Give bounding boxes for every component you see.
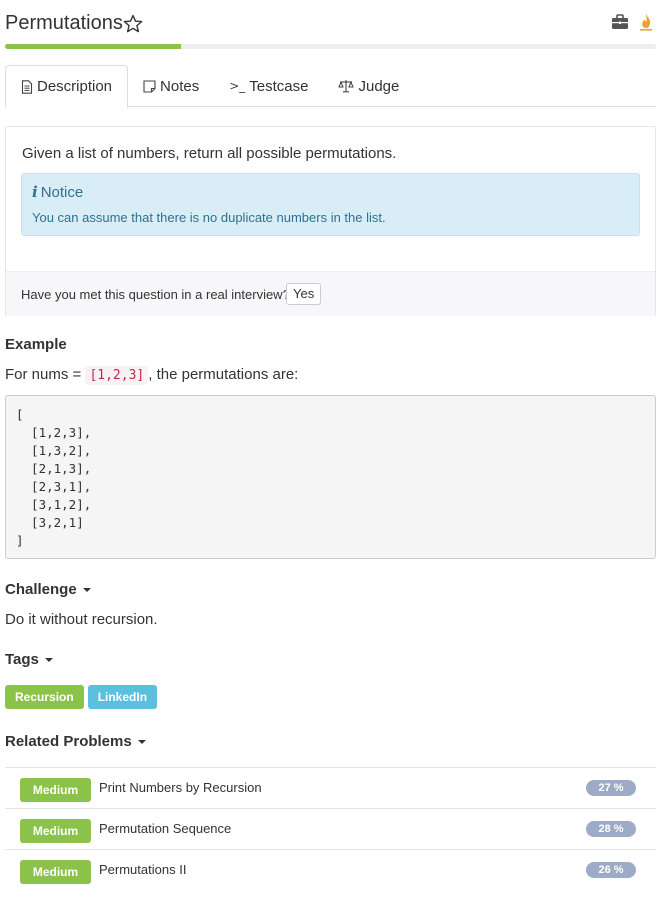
related-title[interactable]: Print Numbers by Recursion [99, 780, 262, 795]
related-title[interactable]: Permutations II [99, 862, 186, 877]
example-prefix: For nums = [5, 366, 82, 383]
code-line: ] [16, 533, 24, 548]
caret-down-icon [137, 740, 146, 745]
caret-down-icon [44, 658, 53, 663]
code-line: [3,1,2], [16, 497, 92, 512]
interview-footer: Have you met this question in a real int… [6, 271, 655, 316]
tag-recursion[interactable]: Recursion [5, 685, 84, 709]
tab-notes[interactable]: Notes [128, 65, 214, 107]
example-heading: Example [5, 336, 67, 353]
challenge-text: Do it without recursion. [5, 611, 158, 628]
tab-bar: Description Notes >_ Testcase Judge [5, 65, 656, 108]
code-line: [ [16, 407, 24, 422]
info-icon: i [32, 183, 38, 201]
star-icon[interactable] [123, 14, 143, 34]
difficulty-badge: Medium [20, 819, 91, 843]
caret-down-icon [82, 588, 91, 593]
challenge-heading: Challenge [5, 581, 77, 598]
tab-label: Judge [358, 77, 400, 95]
note-icon [143, 79, 156, 93]
difficulty-badge: Medium [20, 778, 91, 802]
code-line: [1,3,2], [16, 443, 92, 458]
document-icon [21, 79, 33, 94]
tab-label: Testcase [249, 77, 309, 95]
header: Permutations [5, 10, 656, 40]
tab-label: Description [37, 78, 113, 95]
code-line: [2,3,1], [16, 479, 92, 494]
description-panel: Given a list of numbers, return all poss… [5, 126, 656, 316]
progress-fill [5, 44, 181, 49]
notice-box: i Notice You can assume that there is no … [21, 173, 640, 236]
tab-description[interactable]: Description [5, 65, 129, 108]
tag-linkedin[interactable]: LinkedIn [87, 685, 158, 709]
fire-icon[interactable] [636, 12, 656, 32]
acceptance-badge: 27 % [586, 780, 636, 796]
tags-toggle[interactable]: Tags [5, 651, 53, 668]
yes-button[interactable]: Yes [286, 283, 322, 305]
notice-title: i Notice [32, 183, 83, 201]
example-intro: For nums = [1,2,3], the permutations are… [5, 366, 299, 385]
notice-title-text: Notice [40, 184, 84, 201]
challenge-toggle[interactable]: Challenge [5, 581, 91, 598]
code-block: [ [1,2,3], [1,3,2], [2,1,3], [2,3,1], [3… [5, 395, 656, 559]
page-title: Permutations [5, 12, 123, 34]
tab-label: Notes [160, 77, 200, 95]
difficulty-badge: Medium [20, 860, 91, 884]
tab-testcase[interactable]: >_ Testcase [214, 65, 323, 107]
tab-judge[interactable]: Judge [323, 65, 414, 107]
related-toggle[interactable]: Related Problems [5, 733, 146, 750]
related-item[interactable]: Medium Permutations II 26 % [5, 849, 656, 890]
code-line: [3,2,1] [16, 515, 84, 530]
related-list: Medium Print Numbers by Recursion 27 % M… [5, 767, 656, 890]
acceptance-badge: 26 % [586, 862, 636, 878]
problem-description: Given a list of numbers, return all poss… [22, 145, 397, 162]
inline-code: [1,2,3] [85, 366, 149, 385]
related-item[interactable]: Medium Permutation Sequence 28 % [5, 808, 656, 849]
related-item[interactable]: Medium Print Numbers by Recursion 27 % [5, 767, 656, 808]
notice-text: You can assume that there is no duplicat… [32, 210, 386, 225]
terminal-icon: >_ [229, 79, 246, 93]
interview-question: Have you met this question in a real int… [21, 287, 290, 302]
acceptance-badge: 28 % [586, 821, 636, 837]
related-heading: Related Problems [5, 733, 132, 750]
briefcase-icon[interactable] [610, 12, 630, 32]
code-line: [2,1,3], [16, 461, 92, 476]
scales-icon [338, 80, 355, 93]
tags-heading: Tags [5, 651, 39, 668]
example-suffix: , the permutations are: [148, 366, 299, 383]
progress-bar [5, 44, 656, 49]
code-line: [1,2,3], [16, 425, 92, 440]
tag-list: Recursion LinkedIn [5, 685, 158, 709]
related-title[interactable]: Permutation Sequence [99, 821, 231, 836]
